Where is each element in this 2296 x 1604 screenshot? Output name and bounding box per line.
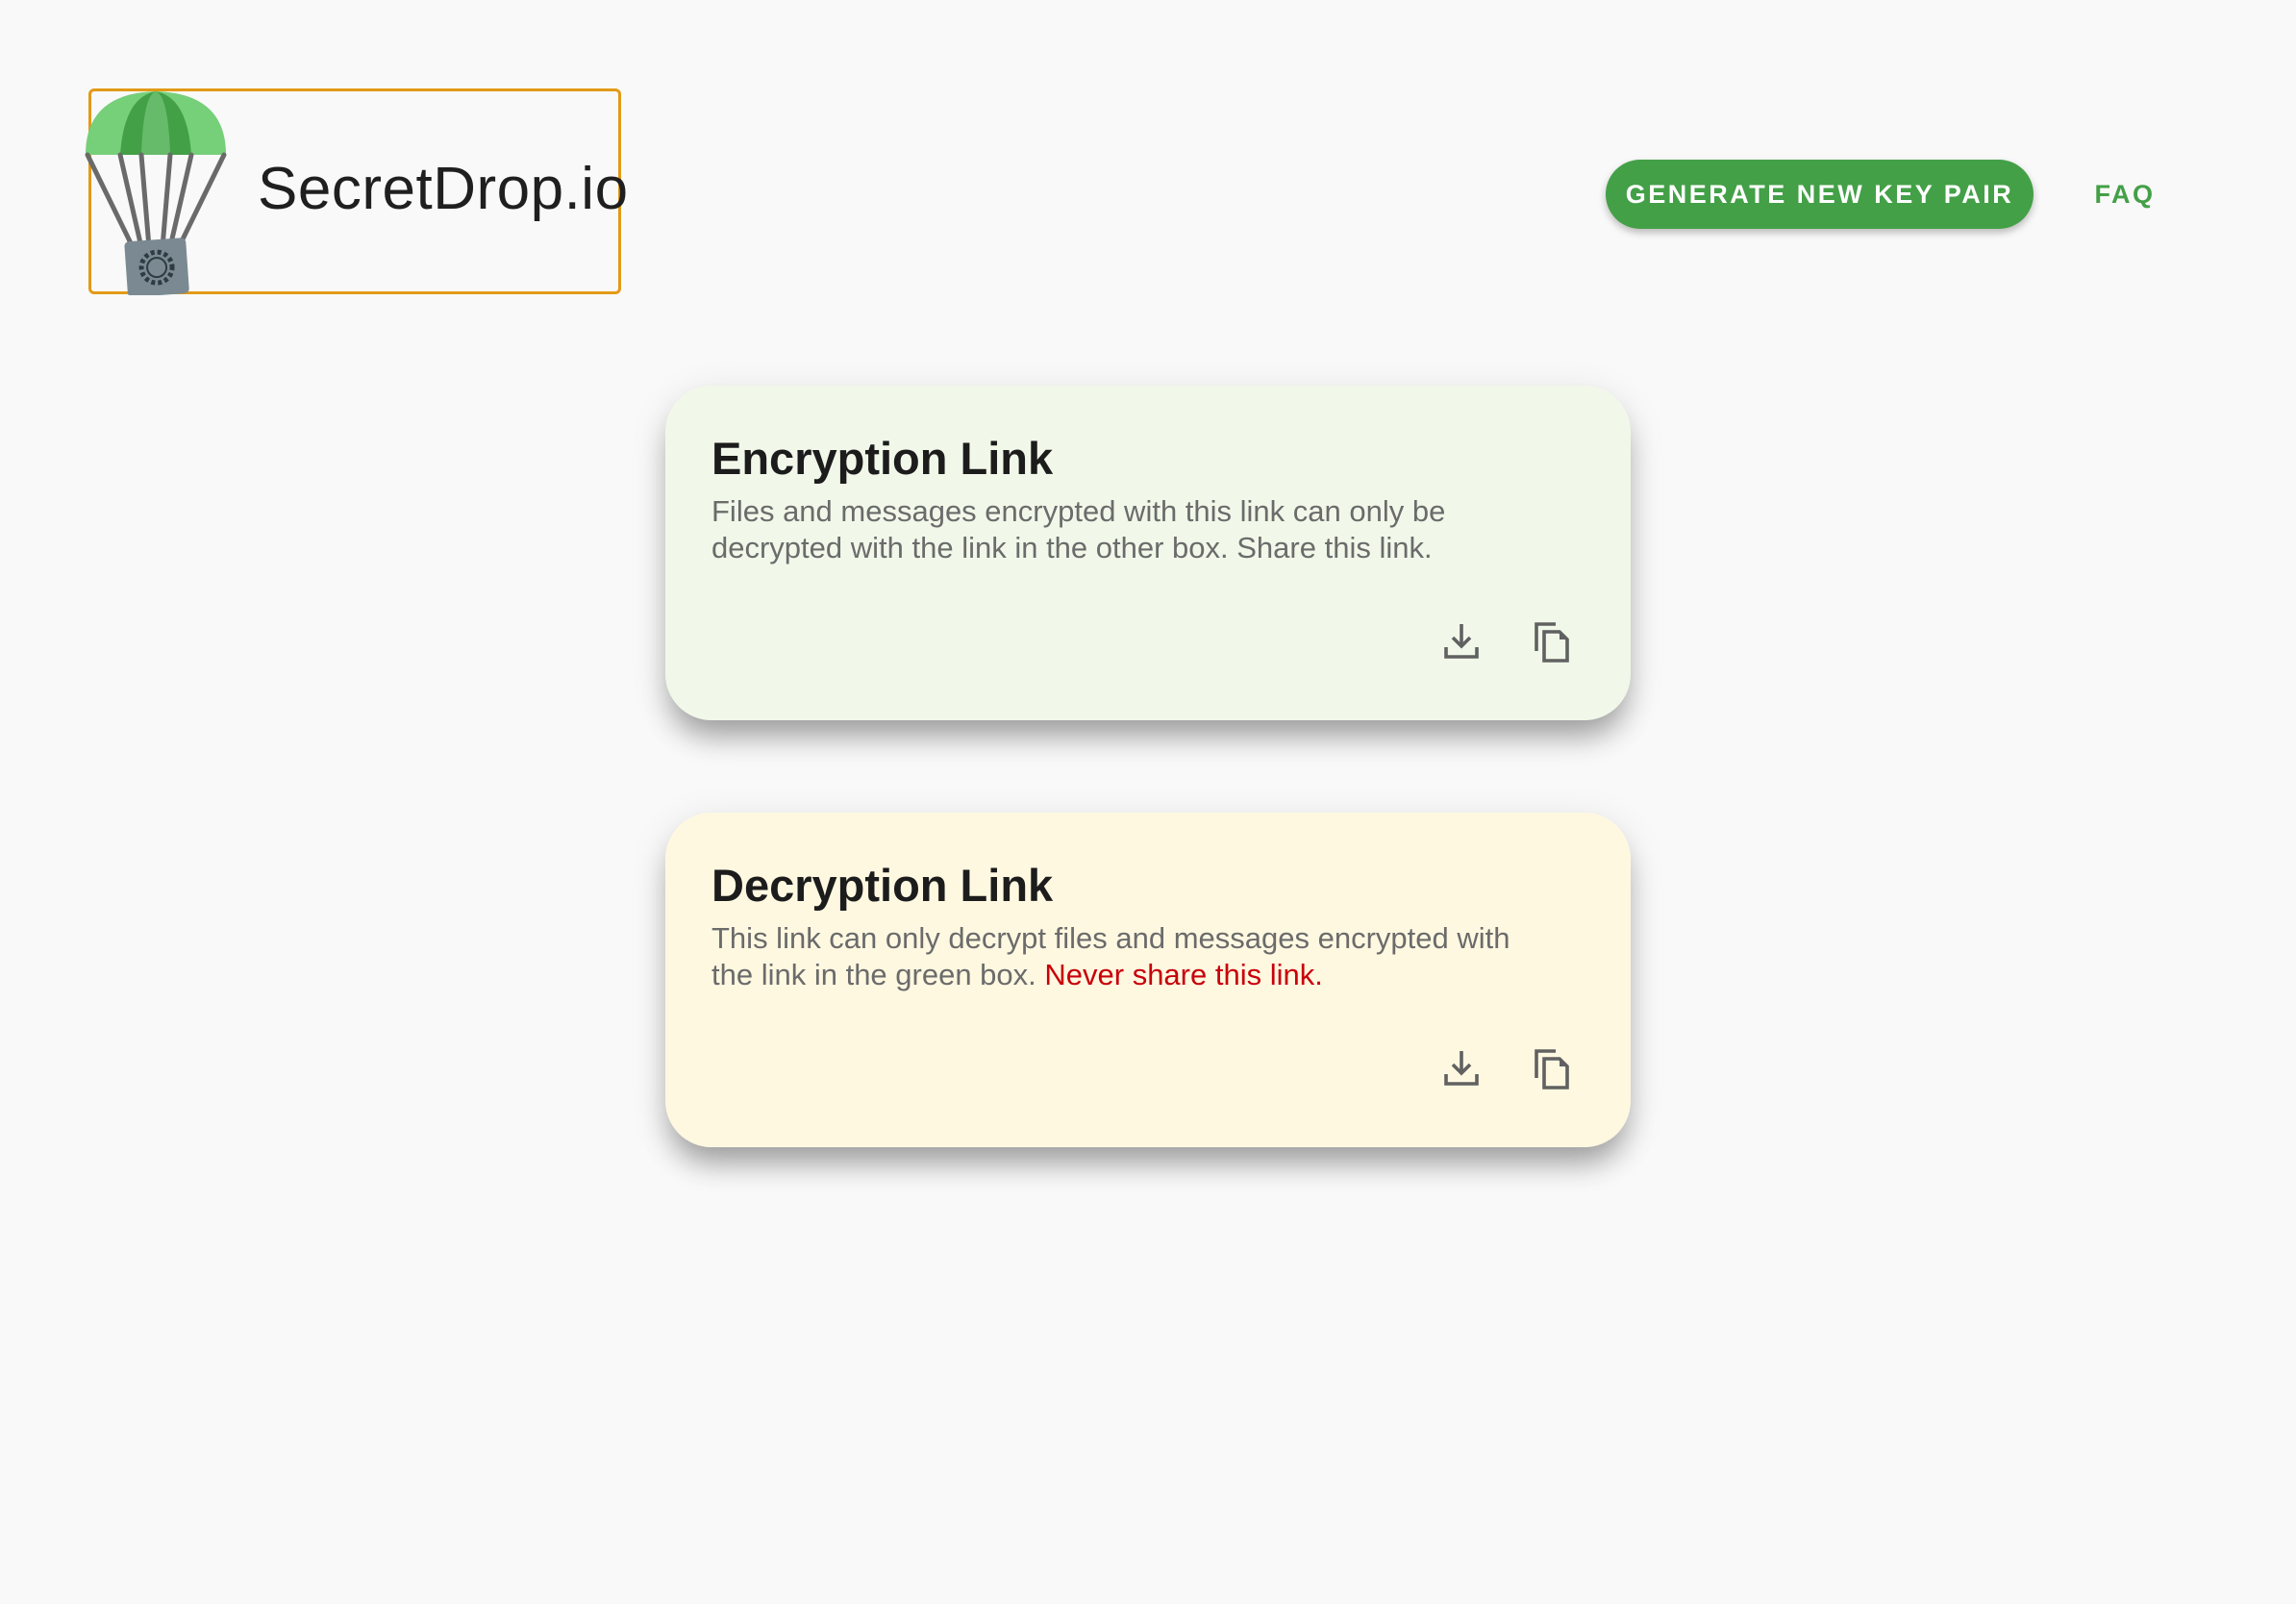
never-share-warning: Never share this link.: [1044, 958, 1323, 991]
page: SecretDrop.io GENERATE NEW KEY PAIR FAQ …: [0, 0, 2296, 1604]
decryption-link-card: Decryption Link This link can only decry…: [665, 813, 1631, 1147]
download-icon: [1444, 624, 1479, 659]
decryption-card-title: Decryption Link: [711, 860, 1054, 911]
parachute-safe-icon: [85, 91, 227, 295]
generate-key-pair-button[interactable]: GENERATE NEW KEY PAIR: [1606, 160, 2034, 229]
download-icon: [1444, 1051, 1479, 1086]
encryption-link-card: Encryption Link Files and messages encry…: [665, 386, 1631, 720]
copy-icon: [1535, 622, 1569, 663]
download-encryption-link-button[interactable]: [1431, 611, 1492, 672]
copy-icon: [1535, 1049, 1569, 1090]
faq-button[interactable]: FAQ: [2077, 160, 2173, 229]
home-logo-link[interactable]: SecretDrop.io: [85, 88, 628, 295]
download-decryption-link-button[interactable]: [1431, 1038, 1492, 1099]
copy-decryption-link-button[interactable]: [1521, 1038, 1583, 1099]
encryption-card-description: Files and messages encrypted with this l…: [711, 494, 1446, 564]
encryption-card-title: Encryption Link: [711, 433, 1054, 484]
decryption-card-description: This link can only decrypt files and mes…: [711, 920, 1558, 993]
logo-text: SecretDrop.io: [258, 156, 629, 222]
copy-encryption-link-button[interactable]: [1521, 611, 1583, 672]
